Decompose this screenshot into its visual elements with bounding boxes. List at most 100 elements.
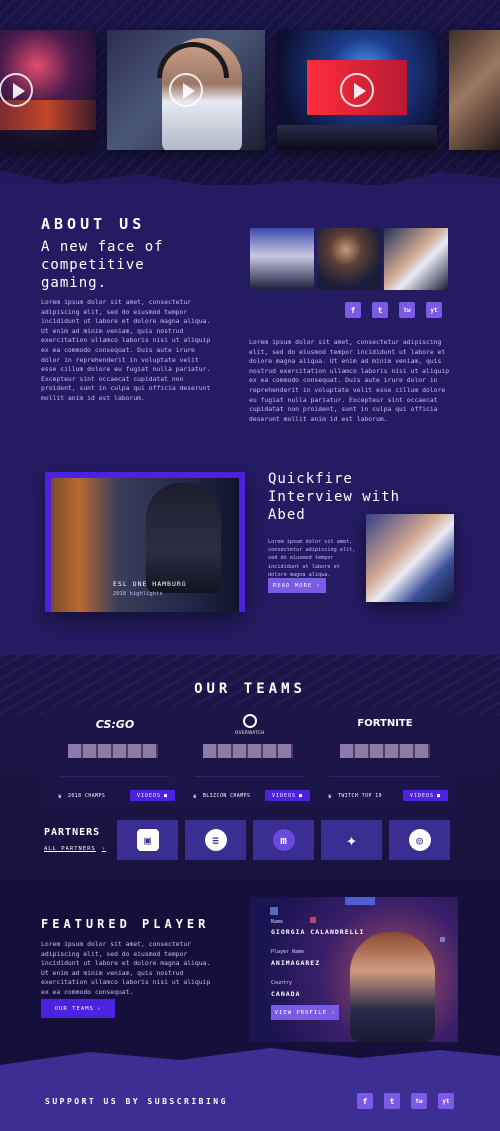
player-silhouette <box>146 483 221 593</box>
divider <box>60 776 170 777</box>
video-thumbnail-1[interactable] <box>0 30 96 150</box>
partner-twitch[interactable]: ▣ <box>117 820 178 860</box>
play-icon[interactable] <box>169 73 203 107</box>
player-name-label: Player Name <box>271 949 305 955</box>
about-photo-3 <box>384 228 448 290</box>
trophy-icon: ♛ <box>328 793 332 800</box>
section-divider <box>0 170 500 185</box>
interview-video[interactable]: ESL ONE HAMBURG 2018 highlights <box>45 472 245 612</box>
our-teams-button[interactable]: OUR TEAMS › <box>41 999 115 1018</box>
footer-divider <box>0 1048 500 1080</box>
team-roster-avatars <box>68 744 158 758</box>
trophy-icon: ♛ <box>193 793 197 800</box>
videos-label: VIDEOS <box>271 792 297 799</box>
trophy-icon: ♛ <box>58 793 62 800</box>
youtube-icon[interactable]: yt <box>438 1093 454 1109</box>
pixel-star <box>310 917 316 923</box>
subheading-line: A new face of <box>41 239 164 255</box>
heading-line: Quickfire <box>268 471 353 487</box>
partner-logo-icon: m <box>272 829 295 851</box>
arrow-right-icon: › <box>316 582 321 589</box>
name-value: GIORGIA CALANDRELLI <box>271 928 365 936</box>
about-paragraph-left: Lorem ipsum dolor sit amet, consectetur … <box>41 298 211 402</box>
videos-button[interactable]: VIDEOS ■ <box>130 790 175 801</box>
play-icon[interactable] <box>340 73 374 107</box>
view-profile-label: VIEW PROFILE <box>274 1009 328 1016</box>
arrow-right-icon: › <box>96 1005 102 1012</box>
team-card-csgo: CS:GO ♛ 2018 CHAMPS VIDEOS ■ <box>50 710 180 805</box>
view-profile-button[interactable]: VIEW PROFILE › <box>271 1005 339 1020</box>
about-paragraph-right: Lorem ipsum dolor sit amet, consectetur … <box>249 338 450 423</box>
twitter-icon[interactable]: t <box>372 302 388 318</box>
teams-heading: OUR TEAMS <box>194 681 306 697</box>
twitch-logo-icon: ▣ <box>136 829 159 851</box>
pinwheel-logo-icon: ✦ <box>346 829 357 851</box>
pixel-star <box>440 937 445 942</box>
camera-icon: ■ <box>164 792 169 799</box>
about-subheading: A new face of competitive gaming. <box>41 238 164 292</box>
video-subtitle: 2018 highlights <box>113 591 163 597</box>
our-teams-label: OUR TEAMS <box>54 1005 94 1012</box>
name-label: Name <box>271 919 284 925</box>
video-thumbnail-4[interactable] <box>449 30 500 150</box>
crowd <box>277 125 437 150</box>
video-thumbnail-3[interactable] <box>277 30 437 150</box>
divider <box>195 776 305 777</box>
subheading-line: gaming. <box>41 275 108 291</box>
twitch-icon[interactable]: tw <box>399 302 415 318</box>
overwatch-logo: OVERWATCH <box>235 730 265 735</box>
featured-player-card: Name GIORGIA CALANDRELLI Player Name ANI… <box>250 897 458 1042</box>
subscribe-heading: SUPPORT US BY SUBSCRIBING <box>45 1097 228 1106</box>
partner-2[interactable]: ≡ <box>185 820 246 860</box>
twitter-icon[interactable]: t <box>384 1093 400 1109</box>
csgo-logo: CS:GO <box>95 718 135 731</box>
team-badge: 2018 CHAMPS <box>68 794 106 799</box>
subheading-line: competitive <box>41 257 145 273</box>
interview-photo <box>366 514 454 602</box>
country-value: CANADA <box>271 990 301 998</box>
partner-4[interactable]: ✦ <box>321 820 382 860</box>
partner-logo-icon: ≡ <box>204 829 227 851</box>
team-badge: BLIZCON CHAMPS <box>203 794 251 799</box>
player-name-value: ANIMAGAREZ <box>271 959 321 967</box>
youtube-icon[interactable]: yt <box>426 302 442 318</box>
partner-3[interactable]: m <box>253 820 314 860</box>
arrow-right-icon: › <box>331 1009 336 1016</box>
videos-button[interactable]: VIDEOS ■ <box>403 790 448 801</box>
play-icon[interactable] <box>0 73 33 107</box>
featured-text: Lorem ipsum dolor sit amet, consectetur … <box>41 940 211 996</box>
divider <box>330 776 440 777</box>
country-label: Country <box>271 980 293 986</box>
interview-text: Lorem ipsum dolor sit amet, consectetur … <box>268 539 356 578</box>
partner-logo-icon: ◎ <box>408 829 431 851</box>
player-photo <box>350 932 435 1042</box>
arrow-right-icon: › <box>101 846 107 852</box>
pixel-cloud <box>345 897 375 905</box>
videos-label: VIDEOS <box>409 792 435 799</box>
facebook-icon[interactable]: f <box>345 302 361 318</box>
pixel-star <box>270 907 278 915</box>
team-roster-avatars <box>340 744 430 758</box>
camera-icon: ■ <box>437 792 442 799</box>
team-card-fortnite: FORTNITE ♛ TWITCH TOP 10 VIDEOS ■ <box>320 710 450 805</box>
read-more-button[interactable]: READ MORE › <box>268 578 326 593</box>
team-roster-avatars <box>203 744 293 758</box>
facebook-icon[interactable]: f <box>357 1093 373 1109</box>
all-partners-link[interactable]: ALL PARTNERS › <box>44 846 106 852</box>
all-partners-label: ALL PARTNERS <box>44 846 96 852</box>
heading-line: Interview with <box>268 489 401 505</box>
featured-heading: FEATURED PLAYER <box>41 917 210 931</box>
fortnite-logo: FORTNITE <box>357 718 413 729</box>
video-title: ESL ONE HAMBURG <box>113 580 187 588</box>
partner-5[interactable]: ◎ <box>389 820 450 860</box>
overwatch-logo-icon <box>243 714 257 728</box>
video-thumbnail-2[interactable] <box>107 30 265 150</box>
team-badge: TWITCH TOP 10 <box>338 794 383 799</box>
about-photo-1 <box>250 228 314 290</box>
about-heading: ABOUT US <box>41 215 146 233</box>
about-photo-2 <box>317 228 381 290</box>
read-more-label: READ MORE <box>273 582 313 589</box>
videos-label: VIDEOS <box>136 792 162 799</box>
twitch-icon[interactable]: tw <box>411 1093 427 1109</box>
videos-button[interactable]: VIDEOS ■ <box>265 790 310 801</box>
